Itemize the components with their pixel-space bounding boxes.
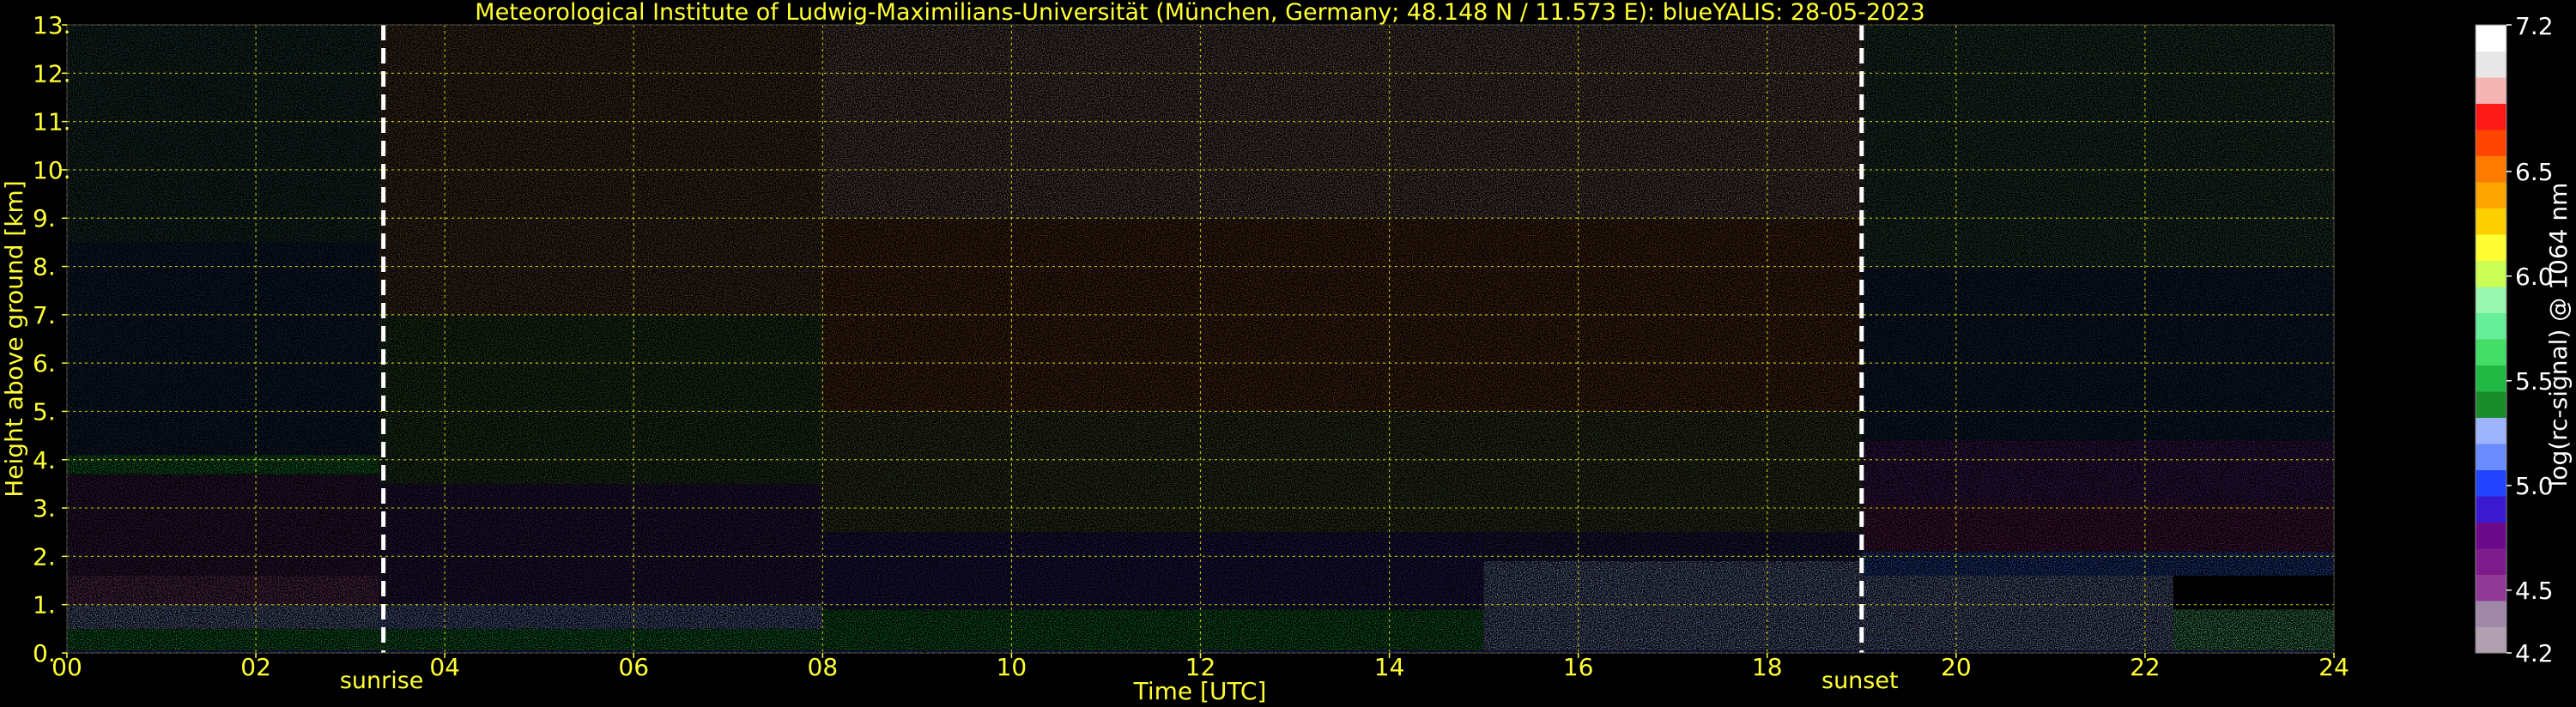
y-tick-label-5: 5.: [33, 397, 56, 426]
colorbar-segment-1: [2476, 601, 2506, 627]
y-tick-label-9: 9.: [33, 204, 56, 233]
y-tick-label-0: 0.: [33, 639, 56, 668]
colorbar-segment-12: [2476, 312, 2506, 340]
signal-layer-6: [1861, 571, 2173, 651]
sunset-label: sunset: [1821, 668, 1899, 694]
colorbar-tick-label-6: 7.2: [2515, 12, 2554, 40]
x-tick-label-2: 04: [429, 653, 460, 681]
signal-layer-13: [822, 532, 1484, 610]
chart-title: Meteorological Institute of Ludwig-Maxim…: [475, 0, 1924, 26]
colorbar-segment-2: [2476, 574, 2506, 601]
signal-layer-17: [67, 242, 379, 456]
x-tick-label-9: 18: [1752, 653, 1783, 681]
colorbar-tick-label-0: 4.2: [2515, 639, 2554, 668]
colorbar-segment-16: [2476, 208, 2506, 235]
colorbar-segment-9: [2476, 391, 2506, 418]
x-tick-label-3: 06: [618, 653, 649, 681]
colorbar-segment-17: [2476, 182, 2506, 208]
signal-layer-9: [67, 575, 379, 605]
signal-layer-20: [1861, 25, 2334, 267]
colorbar-segment-23: [2476, 25, 2506, 51]
colorbar-segment-7: [2476, 444, 2506, 470]
signal-layer-23: [822, 411, 1862, 533]
colorbar-segment-10: [2476, 365, 2506, 392]
y-tick-label-4: 4.: [33, 446, 56, 474]
x-tick-label-8: 16: [1563, 653, 1594, 681]
y-axis-ticks: 0. 1. 2. 3. 4. 5. 6. 7. 8. 9. 10. 11. 12. 13.: [33, 11, 71, 668]
colorbar-segment-0: [2476, 626, 2506, 654]
colorbar-segment-14: [2476, 260, 2506, 287]
sunrise-label: sunrise: [340, 668, 424, 694]
lidar-chart: sunrise sunset 00 02 04 06 08 10 12 14 16 18 20 22 24…: [0, 0, 2573, 705]
y-tick-label-8: 8.: [33, 253, 56, 281]
y-tick-label-1: 1.: [33, 591, 56, 619]
x-tick-label-4: 08: [808, 653, 839, 681]
y-tick-label-13: 13.: [33, 11, 71, 39]
x-tick-label-0: 00: [52, 653, 82, 681]
y-tick-label-6: 6.: [33, 349, 56, 378]
x-tick-label-12: 24: [2318, 653, 2349, 681]
signal-layer-5: [1483, 561, 1862, 651]
signal-layer-3: [67, 604, 379, 629]
signal-layer-10: [67, 474, 379, 576]
y-tick-label-11: 11.: [33, 108, 71, 136]
colorbar-segment-8: [2476, 417, 2506, 444]
colorbar-segment-3: [2476, 548, 2506, 575]
x-tick-label-10: 20: [1941, 653, 1972, 681]
colorbar-label: log(rc-signal) @ 1064 nm: [2544, 183, 2573, 487]
signal-layer-19: [1861, 266, 2334, 441]
signal-layer-11: [67, 455, 379, 474]
colorbar-segment-19: [2476, 130, 2506, 156]
signal-layer-7: [2173, 609, 2334, 651]
colorbar: 4.24.55.05.56.06.57.2: [2475, 12, 2554, 668]
x-tick-label-7: 14: [1374, 653, 1405, 681]
x-tick-label-5: 10: [997, 653, 1027, 681]
colorbar-segment-13: [2476, 287, 2506, 313]
x-tick-label-1: 02: [240, 653, 271, 681]
y-tick-label-12: 12.: [33, 59, 71, 88]
colorbar-segment-11: [2476, 339, 2506, 366]
y-tick-label-3: 3.: [33, 494, 56, 523]
signal-layer-8: [1861, 551, 2334, 576]
colorbar-segment-5: [2476, 496, 2506, 523]
colorbar-tick-label-1: 4.5: [2515, 577, 2554, 605]
colorbar-tick-label-5: 6.5: [2515, 158, 2554, 186]
colorbar-segment-21: [2476, 77, 2506, 104]
y-tick-label-7: 7.: [33, 301, 56, 329]
signal-layer-2: [822, 609, 1484, 651]
x-tick-label-11: 22: [2130, 653, 2161, 681]
colorbar-segment-18: [2476, 155, 2506, 183]
colorbar-segment-6: [2476, 469, 2506, 497]
colorbar-segment-4: [2476, 522, 2506, 549]
y-tick-label-10: 10.: [33, 156, 71, 184]
x-axis-label: Time [UTC]: [1133, 677, 1267, 705]
signal-layer-18: [67, 25, 379, 243]
signal-layer-16: [1861, 440, 2334, 504]
signal-layer-15: [1861, 503, 2334, 552]
colorbar-segment-15: [2476, 234, 2506, 261]
signal-layer-12: [379, 483, 823, 605]
colorbar-segment-20: [2476, 103, 2506, 130]
y-tick-label-2: 2.: [33, 542, 56, 571]
colorbar-segment-22: [2476, 51, 2506, 78]
y-axis-label: Height above ground [km]: [0, 180, 28, 498]
